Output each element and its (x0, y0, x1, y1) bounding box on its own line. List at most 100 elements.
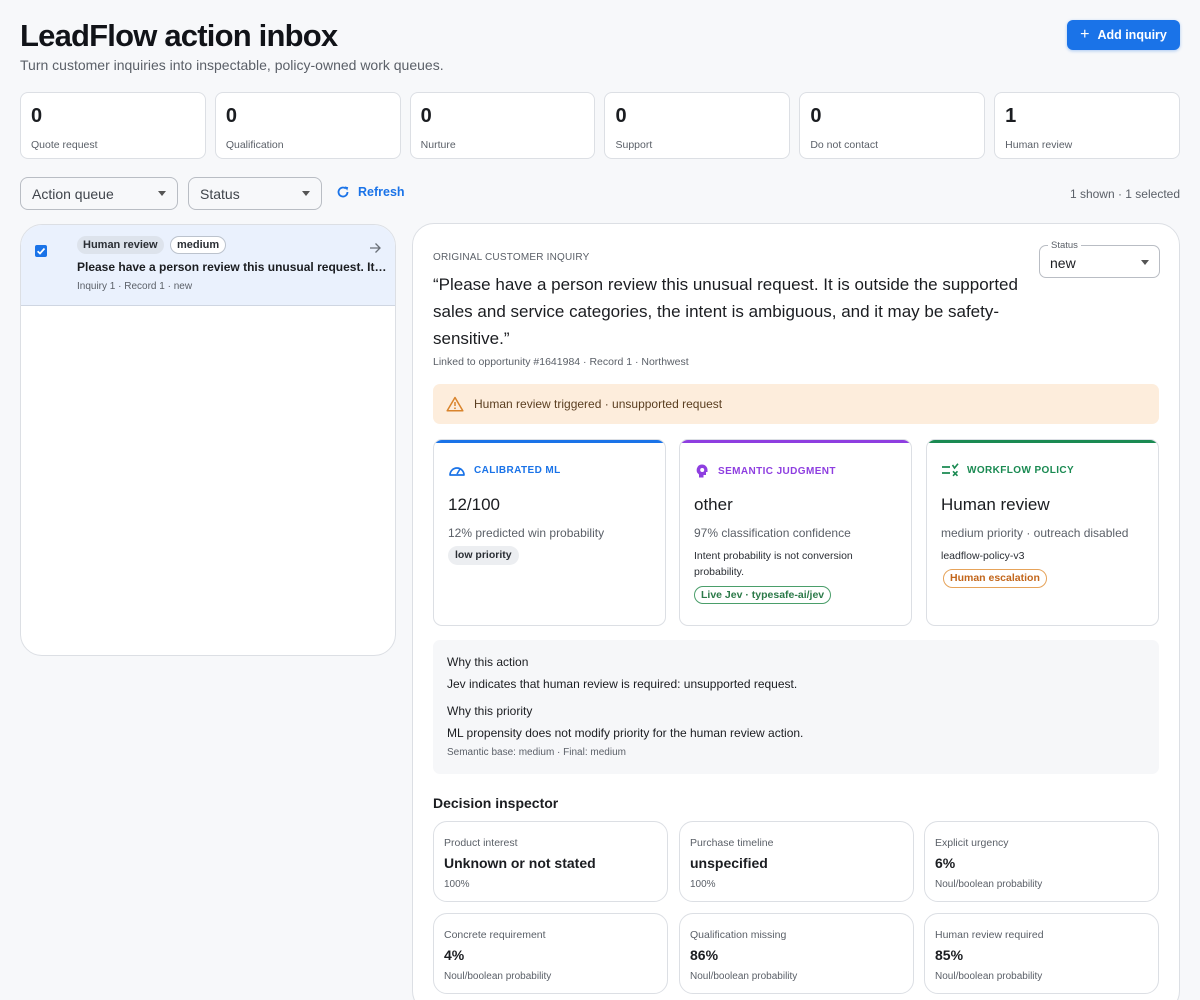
metric-support[interactable]: 0 Support (604, 92, 791, 159)
caret-down-icon (1141, 260, 1149, 265)
policy-version: leadflow-policy-v3 (941, 550, 1025, 562)
status-filter-select[interactable]: Status (188, 177, 322, 210)
card-heading: SEMANTIC JUDGMENT (694, 463, 836, 479)
model-chip: Live Jev · typesafe-ai/jev (694, 586, 832, 604)
inspector-concrete-requirement: Concrete requirement 4% Noul/boolean pro… (433, 913, 668, 994)
card-heading-text: WORKFLOW POLICY (967, 464, 1075, 476)
escalation-chip: Human escalation (943, 569, 1047, 588)
why-action-heading: Why this action (447, 655, 529, 669)
inspector-label: Qualification missing (690, 929, 787, 941)
gauge-icon (449, 467, 465, 476)
arrow-right-icon[interactable] (368, 241, 382, 255)
inspector-foot: Noul/boolean probability (935, 879, 1043, 890)
inquiry-eyebrow: ORIGINAL CUSTOMER INQUIRY (433, 252, 590, 263)
add-inquiry-label: Add inquiry (1097, 28, 1167, 42)
item-checkbox[interactable] (35, 245, 47, 257)
why-priority-text: ML propensity does not modify priority f… (447, 726, 804, 740)
card-heading: WORKFLOW POLICY (941, 463, 1074, 477)
inspector-purchase-timeline: Purchase timeline unspecified 100% (679, 821, 914, 902)
inspector-value: unspecified (690, 855, 768, 871)
status-filter-label: Status (200, 185, 240, 202)
inspector-value: Unknown or not stated (444, 855, 596, 871)
metric-count: 0 (420, 105, 432, 127)
metric-label: Do not contact (810, 139, 879, 151)
priority-tag: medium (170, 236, 227, 254)
metric-count: 0 (810, 105, 822, 127)
caret-down-icon (158, 191, 166, 196)
inspector-value: 86% (690, 947, 719, 963)
metric-qualification[interactable]: 0 Qualification (214, 92, 401, 159)
inquiry-list: Human review medium Please have a person… (20, 224, 396, 656)
linked-opportunity: Linked to opportunity #1641984 · Record … (433, 356, 689, 368)
metric-nurture[interactable]: 0 Nurture (409, 92, 596, 159)
why-action-text: Jev indicates that human review is requi… (447, 677, 798, 691)
action-tag: Human review (77, 236, 164, 254)
status-select[interactable]: Status new (1039, 240, 1160, 278)
inspector-value: 4% (444, 947, 465, 963)
status-legend: Status (1048, 240, 1081, 251)
inspector-foot: Noul/boolean probability (690, 971, 798, 982)
explanation-panel: Why this action Jev indicates that human… (433, 640, 1159, 774)
inspector-value: 85% (935, 947, 964, 963)
plus-icon: + (1080, 26, 1090, 43)
card-accent (434, 440, 665, 443)
refresh-button[interactable]: Refresh (336, 185, 405, 199)
card-accent (680, 440, 911, 443)
rule-icon (942, 463, 959, 477)
card-heading: CALIBRATED ML (448, 463, 561, 477)
inspector-human-review-required: Human review required 85% Noul/boolean p… (924, 913, 1159, 994)
calibrated-ml-card: CALIBRATED ML 12/100 12% predicted win p… (433, 439, 666, 626)
selection-count: 1 shown · 1 selected (1069, 187, 1180, 201)
semantic-category: other (694, 495, 733, 514)
ml-score: 12/100 (448, 495, 500, 514)
item-title: Please have a person review this unusual… (77, 260, 387, 274)
action-queue-select[interactable]: Action queue (20, 177, 178, 210)
inquiry-quote: “Please have a person review this unusua… (433, 275, 1018, 348)
decision-inspector-title: Decision inspector (433, 795, 559, 811)
refresh-icon (337, 186, 349, 198)
metric-label: Human review (1005, 139, 1073, 151)
warning-icon (446, 396, 464, 412)
inspector-label: Concrete requirement (444, 929, 546, 941)
inspector-qualification-missing: Qualification missing 86% Noul/boolean p… (679, 913, 914, 994)
inspector-foot: Noul/boolean probability (935, 971, 1043, 982)
page-subtitle: Turn customer inquiries into inspectable… (20, 57, 444, 73)
metric-count: 0 (31, 105, 43, 127)
metric-do-not-contact[interactable]: 0 Do not contact (799, 92, 986, 159)
inspector-product-interest: Product interest Unknown or not stated 1… (433, 821, 668, 902)
queue-metrics: 0 Quote request 0 Qualification 0 Nurtur… (20, 92, 1180, 159)
inspector-foot: Noul/boolean probability (444, 971, 552, 982)
card-heading-text: SEMANTIC JUDGMENT (718, 465, 836, 477)
metric-count: 1 (1005, 105, 1017, 127)
inspector-explicit-urgency: Explicit urgency 6% Noul/boolean probabi… (924, 821, 1159, 902)
metric-label: Quote request (31, 139, 98, 151)
metric-count: 0 (225, 105, 237, 127)
card-accent (927, 440, 1158, 443)
priority-base: Semantic base: medium · Final: medium (447, 747, 626, 758)
caret-down-icon (302, 191, 310, 196)
semantic-note: Intent probability is not conversion pro… (694, 550, 853, 578)
semantic-confidence: 97% classification confidence (694, 526, 851, 540)
why-priority-heading: Why this priority (447, 704, 533, 718)
alert-text: Human review triggered · unsupported req… (474, 397, 723, 411)
policy-action: Human review (941, 495, 1050, 514)
page-title: LeadFlow action inbox (20, 18, 338, 53)
inspector-label: Explicit urgency (935, 837, 1009, 849)
semantic-judgment-card: SEMANTIC JUDGMENT other 97% classificati… (679, 439, 912, 626)
card-heading-text: CALIBRATED ML (474, 464, 561, 476)
metric-label: Qualification (225, 139, 284, 151)
brain-icon (696, 464, 708, 478)
status-value: new (1050, 255, 1076, 271)
review-alert: Human review triggered · unsupported req… (433, 384, 1159, 424)
priority-chip: low priority (448, 546, 519, 565)
list-item[interactable]: Human review medium Please have a person… (21, 225, 395, 306)
policy-summary: medium priority · outreach disabled (941, 526, 1129, 540)
inspector-value: 6% (935, 855, 956, 871)
inspector-foot: 100% (690, 879, 716, 890)
inspector-label: Purchase timeline (690, 837, 774, 849)
metric-human-review[interactable]: 1 Human review (994, 92, 1180, 159)
check-icon (37, 247, 46, 255)
add-inquiry-button[interactable]: + Add inquiry (1067, 20, 1180, 50)
action-queue-label: Action queue (32, 185, 114, 202)
metric-quote-request[interactable]: 0 Quote request (20, 92, 206, 159)
